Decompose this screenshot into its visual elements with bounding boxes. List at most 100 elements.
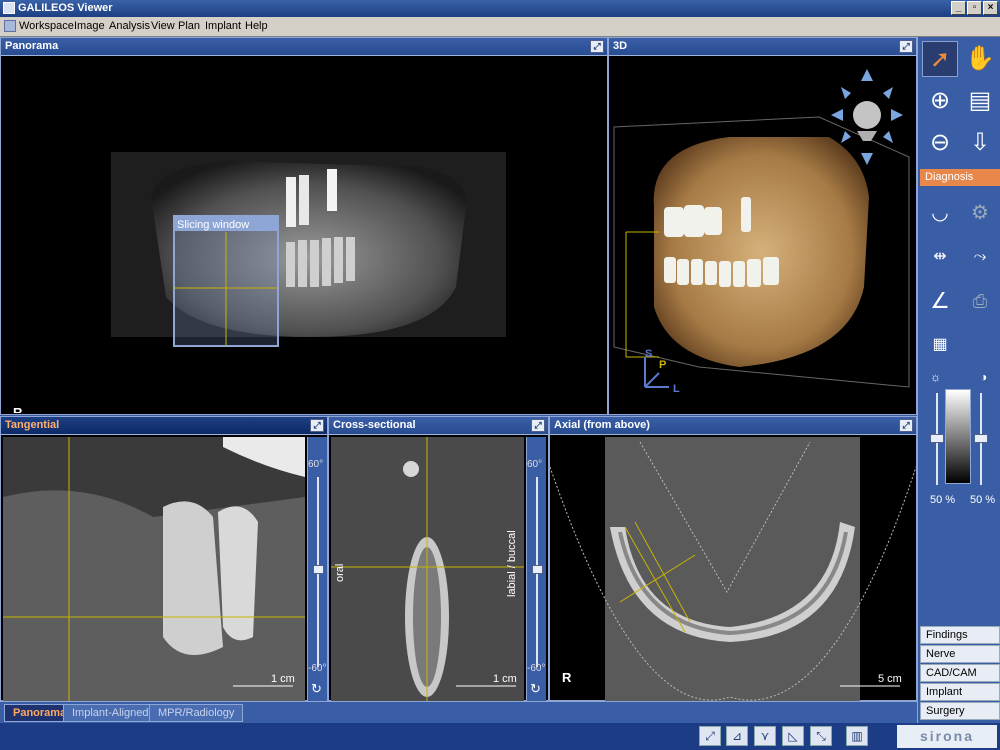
tangential-panel[interactable]: Tangential ⤢ 1 cm 60° -60° ↻ [0, 416, 328, 701]
diagnosis-header[interactable]: Diagnosis [920, 169, 1000, 186]
scale-label: 1 cm [271, 673, 295, 685]
maximize-icon[interactable]: ⤢ [899, 419, 913, 432]
cross-sectional-image: 1 cm oral labial / buccal [331, 437, 524, 701]
slider-thumb[interactable] [313, 565, 324, 574]
panorama-image: Slicing window R [13, 152, 506, 413]
menu-plan[interactable]: Plan [178, 20, 200, 32]
brightness-thumb[interactable] [930, 434, 944, 443]
findings-button[interactable]: Findings [920, 626, 1000, 644]
axis-s-label: S [645, 348, 652, 360]
3d-rendering: S P L [613, 69, 910, 395]
axes-indicator: S P L [644, 348, 680, 395]
rotate-icon[interactable]: ↻ [530, 681, 541, 697]
zoom-out-icon[interactable]: ⊖ [922, 125, 958, 161]
orientation-marker: R [13, 405, 23, 413]
tangential-title: Tangential [5, 419, 60, 431]
slicing-window-label: Slicing window [177, 219, 249, 231]
sirona-logo: sirona [897, 725, 997, 748]
tangential-angle-slider[interactable]: 60° -60° ↻ [307, 437, 327, 701]
nerve-button[interactable]: Nerve [920, 645, 1000, 663]
layer-down-icon[interactable]: ⇩ [962, 125, 998, 161]
cad-cam-button[interactable]: CAD/CAM [920, 664, 1000, 682]
angle-bottom: -60° [527, 663, 546, 674]
axis-l-label: L [673, 383, 680, 395]
implant-icon[interactable]: ⚙ [962, 195, 998, 231]
maximize-icon[interactable]: ⤢ [531, 419, 545, 432]
density-measure-icon[interactable]: ▦ [922, 327, 958, 363]
surgery-button[interactable]: Surgery [920, 702, 1000, 720]
menu-help[interactable]: Help [245, 20, 268, 32]
layout-icon-1[interactable]: ⤢ [699, 726, 721, 746]
pan-hand-icon[interactable]: ✋ [962, 41, 998, 77]
tab-mpr-radiology[interactable]: MPR/Radiology [149, 704, 244, 722]
brightness-value: 50 % [930, 494, 956, 506]
nerve-canal-icon[interactable]: ◡ [922, 195, 958, 231]
labial-buccal-label: labial / buccal [506, 530, 518, 597]
tangential-image: 1 cm [3, 437, 305, 701]
angle-bottom: -60° [308, 663, 327, 674]
workspace-tabs: Panorama Implant-Aligned MPR/Radiology [0, 701, 917, 723]
cross-sectional-panel[interactable]: Cross-sectional ⤢ 1 cm oral labial / buc… [328, 416, 549, 701]
layout-icon-2[interactable]: ⊿ [726, 726, 748, 746]
menu-view[interactable]: View [151, 20, 175, 32]
axial-title: Axial (from above) [554, 419, 650, 431]
system-menu-icon[interactable] [4, 20, 16, 32]
angle-top: 60° [308, 459, 324, 470]
panorama-panel[interactable]: Panorama ⤢ Slicing window R [0, 37, 608, 415]
orientation-marker: R [562, 670, 572, 685]
right-toolbar: ➚ ✋ ⊕ ▤ ⊖ ⇩ Diagnosis ◡ ⚙ ⇹ ⤳ ∠ ⎙ ▦ ☼ ◑ … [917, 37, 1000, 723]
layout-icon-3[interactable]: ⋎ [754, 726, 776, 746]
pointer-tool-icon[interactable]: ➚ [922, 41, 958, 77]
oral-label: oral [334, 564, 346, 582]
bottom-bar: ⤢ ⊿ ⋎ ◺ ⤡ ▥ sirona [0, 723, 1000, 750]
menu-implant[interactable]: Implant [205, 20, 241, 32]
window-title: GALILEOS Viewer [18, 2, 113, 14]
print-icon[interactable]: ⎙ [962, 283, 998, 319]
distance-measure-icon[interactable]: ⇹ [922, 239, 958, 275]
3d-header: 3D ⤢ [609, 38, 916, 56]
angle-top: 60° [527, 459, 543, 470]
menu-image[interactable]: Image [74, 20, 105, 32]
tab-implant-aligned[interactable]: Implant-Aligned [63, 704, 158, 722]
contrast-thumb[interactable] [974, 434, 988, 443]
minimize-button[interactable]: _ [951, 1, 966, 15]
3d-panel[interactable]: 3D ⤢ S P L [608, 37, 917, 415]
layout-icon-5[interactable]: ⤡ [810, 726, 832, 746]
menu-analysis[interactable]: Analysis [109, 20, 150, 32]
axial-header: Axial (from above) ⤢ [550, 417, 916, 435]
cross-sectional-angle-slider[interactable]: 60° -60° ↻ [526, 437, 546, 701]
axial-image: 5 cm R [550, 437, 916, 701]
menu-workspace[interactable]: Workspace [19, 20, 74, 32]
scale-label: 5 cm [878, 673, 902, 685]
layout-icon-4[interactable]: ◺ [782, 726, 804, 746]
cross-sectional-title: Cross-sectional [333, 419, 416, 431]
contrast-value: 50 % [970, 494, 996, 506]
title-bar: GALILEOS Viewer _ ▫ × [0, 0, 1000, 17]
zoom-in-icon[interactable]: ⊕ [922, 83, 958, 119]
angle-measure-icon[interactable]: ∠ [922, 283, 958, 319]
axis-p-label: P [659, 359, 666, 371]
scale-label: 1 cm [493, 673, 517, 685]
maximize-icon[interactable]: ⤢ [310, 419, 324, 432]
gray-ramp [945, 389, 971, 484]
restore-button[interactable]: ▫ [967, 1, 982, 15]
slider-thumb[interactable] [532, 565, 543, 574]
cross-sectional-header: Cross-sectional ⤢ [329, 417, 548, 435]
panorama-header: Panorama ⤢ [1, 38, 607, 56]
brightness-icon: ☼ [930, 370, 941, 384]
3d-title: 3D [613, 40, 628, 52]
export-icon[interactable]: ▥ [846, 726, 868, 746]
maximize-icon[interactable]: ⤢ [899, 40, 913, 53]
layer-up-icon[interactable]: ▤ [962, 83, 998, 119]
contrast-icon: ◑ [980, 370, 988, 384]
maximize-icon[interactable]: ⤢ [590, 40, 604, 53]
axial-panel[interactable]: Axial (from above) ⤢ 5 cm R [549, 416, 917, 701]
close-button[interactable]: × [983, 1, 998, 15]
implant-button[interactable]: Implant [920, 683, 1000, 701]
panorama-title: Panorama [5, 40, 59, 52]
tangential-header: Tangential ⤢ [1, 417, 327, 435]
curve-measure-icon[interactable]: ⤳ [962, 239, 998, 275]
menu-bar: Workspace Image Analysis View Plan Impla… [0, 17, 1000, 37]
app-icon [3, 2, 15, 14]
rotate-icon[interactable]: ↻ [311, 681, 322, 697]
